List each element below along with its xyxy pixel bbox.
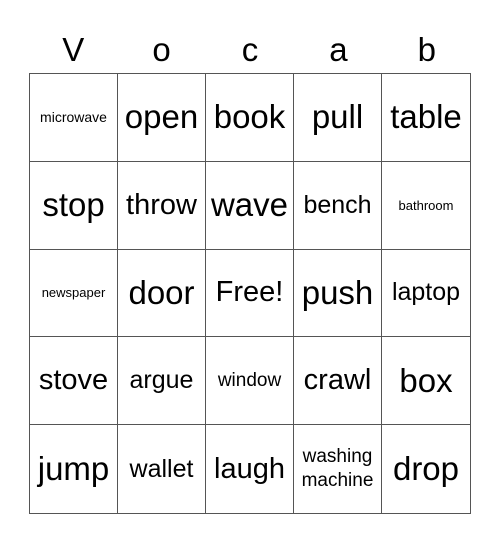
bingo-cell[interactable]: stove <box>30 337 118 426</box>
bingo-cell[interactable]: wave <box>206 161 294 250</box>
bingo-cell[interactable]: washing machine <box>294 425 382 513</box>
bingo-cell[interactable]: argue <box>118 337 206 426</box>
free-space-cell[interactable]: Free! <box>206 249 294 338</box>
title-letter: c <box>241 31 259 68</box>
bingo-cell[interactable]: table <box>382 74 470 162</box>
bingo-cell[interactable]: drop <box>382 425 470 513</box>
bingo-cell[interactable]: pull <box>294 74 382 162</box>
bingo-cell[interactable]: box <box>382 337 470 426</box>
bingo-cell[interactable]: throw <box>118 161 206 250</box>
title-letter: o <box>152 31 171 68</box>
bingo-cell[interactable]: book <box>206 74 294 162</box>
bingo-cell[interactable]: bathroom <box>382 162 470 250</box>
bingo-cell[interactable]: jump <box>30 425 118 513</box>
title-letter: V <box>62 31 85 68</box>
bingo-cell[interactable]: wallet <box>118 425 206 513</box>
bingo-cell[interactable]: microwave <box>30 74 118 162</box>
title-letter: a <box>329 31 348 68</box>
card-title: V o c a b <box>29 28 471 72</box>
bingo-grid: microwave open book pull table stop throw wave b… <box>29 73 471 514</box>
bingo-cell[interactable]: push <box>294 249 382 338</box>
bingo-cell[interactable]: stop <box>30 161 118 250</box>
title-letter: b <box>417 31 436 68</box>
bingo-cell[interactable]: door <box>118 249 206 338</box>
bingo-cell[interactable]: bench <box>294 161 382 250</box>
bingo-cell[interactable]: laptop <box>382 250 470 338</box>
bingo-cell[interactable]: open <box>118 74 206 162</box>
bingo-cell[interactable]: crawl <box>294 337 382 426</box>
bingo-cell[interactable]: window <box>206 337 294 426</box>
bingo-cell[interactable]: newspaper <box>30 249 118 338</box>
bingo-cell[interactable]: laugh <box>206 425 294 513</box>
